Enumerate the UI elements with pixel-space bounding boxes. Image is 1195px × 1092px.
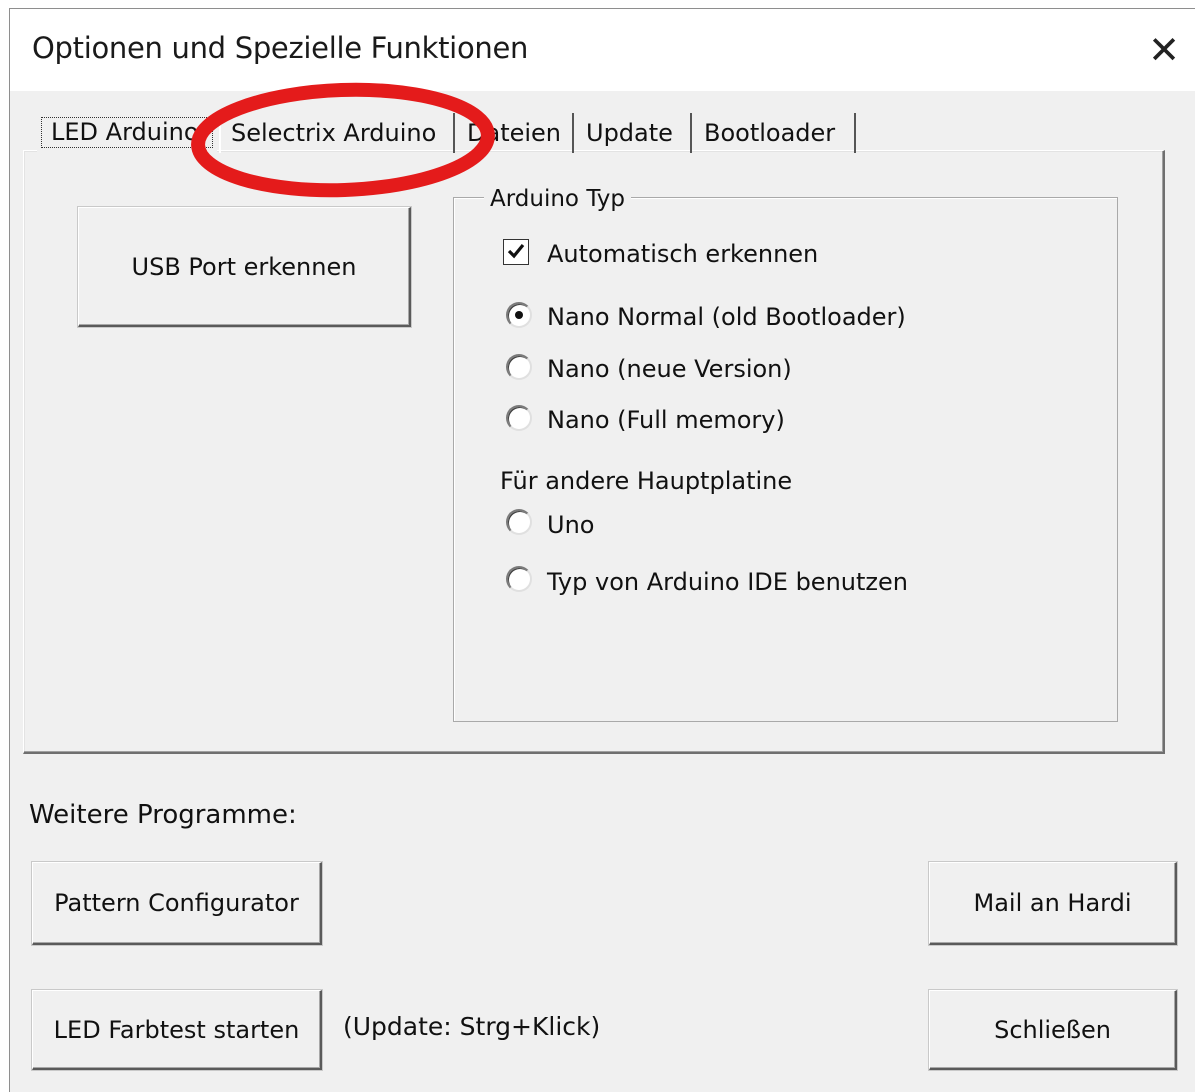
- close-dialog-label: Schließen: [994, 1015, 1111, 1044]
- led-color-test-label: LED Farbtest starten: [53, 1015, 300, 1044]
- usb-port-detect-button[interactable]: USB Port erkennen: [78, 207, 411, 327]
- nano-normal-label: Nano Normal (old Bootloader): [547, 303, 906, 331]
- arduino-ide-label: Typ von Arduino IDE benutzen: [547, 568, 908, 596]
- tab-label: Dateien: [467, 119, 562, 147]
- tab-selectrix-arduino[interactable]: Selectrix Arduino: [219, 113, 455, 153]
- uno-label: Uno: [547, 511, 595, 539]
- tab-label: Update: [586, 119, 673, 147]
- auto-detect-checkbox[interactable]: [503, 239, 529, 265]
- tab-led-arduino[interactable]: LED Arduino: [37, 112, 217, 154]
- tab-bootloader[interactable]: Bootloader: [694, 113, 856, 153]
- update-hint: (Update: Strg+Klick): [343, 1012, 601, 1041]
- radio-arduino-ide[interactable]: [506, 566, 532, 592]
- checkmark-icon: [507, 243, 525, 259]
- radio-uno[interactable]: [506, 509, 532, 535]
- nano-full-memory-label: Nano (Full memory): [547, 406, 785, 434]
- auto-detect-label: Automatisch erkennen: [547, 240, 819, 268]
- tab-dateien[interactable]: Dateien: [457, 113, 574, 153]
- pattern-configurator-label: Pattern Configurator: [54, 889, 299, 917]
- usb-port-detect-label: USB Port erkennen: [131, 252, 357, 281]
- radio-dot: [515, 311, 523, 319]
- window-title: Optionen und Spezielle Funktionen: [32, 31, 529, 65]
- nano-new-label: Nano (neue Version): [547, 355, 792, 383]
- close-icon[interactable]: ✕: [1141, 27, 1187, 73]
- radio-nano-normal[interactable]: [506, 302, 532, 328]
- close-dialog-button[interactable]: Schließen: [929, 990, 1177, 1070]
- radio-nano-new[interactable]: [506, 354, 532, 380]
- mail-hardi-button[interactable]: Mail an Hardi: [929, 862, 1177, 945]
- tab-update[interactable]: Update: [576, 113, 692, 153]
- top-crop-strip: [0, 0, 1195, 8]
- more-programs-label: Weitere Programme:: [29, 800, 297, 830]
- tab-label: Bootloader: [704, 119, 836, 147]
- radio-nano-full-memory[interactable]: [506, 405, 532, 431]
- mail-hardi-label: Mail an Hardi: [973, 889, 1132, 917]
- tab-label: Selectrix Arduino: [231, 119, 437, 147]
- arduino-type-legend: Arduino Typ: [484, 186, 631, 212]
- tab-label: LED Arduino: [51, 118, 199, 146]
- arduino-type-group: [453, 197, 1118, 722]
- pattern-configurator-button[interactable]: Pattern Configurator: [32, 862, 322, 945]
- other-board-label: Für andere Hauptplatine: [500, 467, 793, 495]
- led-color-test-button[interactable]: LED Farbtest starten: [32, 990, 322, 1070]
- title-bar: Optionen und Spezielle Funktionen ✕: [10, 9, 1195, 91]
